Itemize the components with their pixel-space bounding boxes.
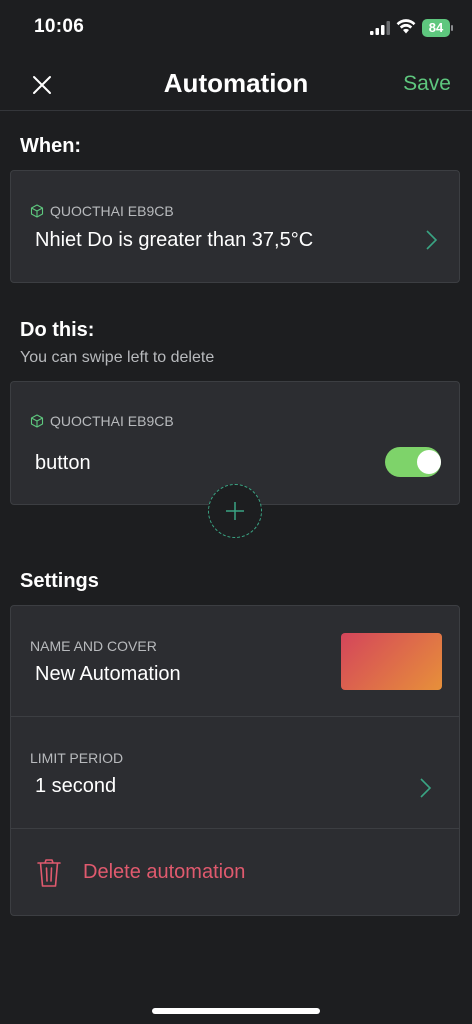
trigger-device-name: QUOCTHAI EB9CB: [50, 203, 174, 219]
home-indicator[interactable]: [152, 1008, 320, 1014]
battery-icon: 84: [422, 19, 454, 37]
page-title: Automation: [163, 68, 309, 98]
trash-icon[interactable]: [36, 858, 62, 888]
cellular-signal-icon: [370, 21, 390, 35]
settings-divider: [11, 716, 459, 717]
swipe-hint: You can swipe left to delete: [20, 349, 215, 366]
save-button[interactable]: Save: [403, 72, 451, 96]
name-cover-label: NAME AND COVER: [30, 638, 157, 654]
trigger-device: QUOCTHAI EB9CB: [30, 203, 174, 219]
when-heading: When:: [20, 135, 82, 157]
settings-heading: Settings: [20, 570, 99, 592]
wifi-icon: [396, 19, 416, 34]
action-device-name: QUOCTHAI EB9CB: [50, 413, 174, 429]
cover-image[interactable]: [341, 633, 442, 690]
limit-period-value[interactable]: 1 second: [35, 775, 116, 798]
trigger-condition: Nhiet Do is greater than 37,5°C: [35, 229, 314, 251]
action-device: QUOCTHAI EB9CB: [30, 413, 174, 429]
cube-icon: [30, 204, 44, 218]
limit-period-label: LIMIT PERIOD: [30, 750, 124, 766]
chevron-right-icon[interactable]: [419, 777, 433, 799]
settings-divider: [11, 828, 459, 829]
battery-level: 84: [428, 20, 444, 35]
chevron-right-icon: [426, 230, 438, 250]
trigger-card[interactable]: [10, 170, 460, 283]
add-action-button[interactable]: [208, 484, 262, 538]
do-this-heading: Do this:: [20, 319, 95, 341]
cube-icon: [30, 414, 44, 428]
delete-automation-button[interactable]: Delete automation: [83, 861, 245, 884]
header-divider: [0, 110, 472, 111]
plus-icon: [226, 502, 244, 520]
action-name: button: [35, 452, 91, 474]
automation-name[interactable]: New Automation: [35, 663, 181, 686]
status-time: 10:06: [34, 16, 85, 37]
toggle-knob: [417, 450, 441, 474]
